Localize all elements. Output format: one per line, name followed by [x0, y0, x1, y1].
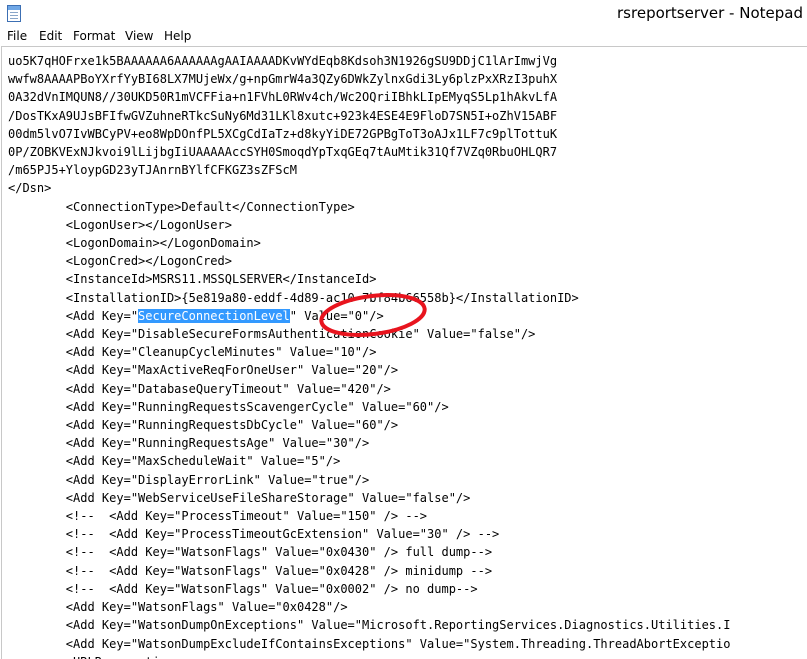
text-line[interactable]: <Add Key="MaxActiveReqForOneUser" Value=… — [8, 363, 398, 377]
text-line[interactable]: <Add Key="WatsonFlags" Value="0x0428"/> — [8, 600, 348, 614]
text-line[interactable]: <Add Key="CleanupCycleMinutes" Value="10… — [8, 345, 377, 359]
text-line[interactable]: <URLReservations> — [8, 655, 189, 659]
text-line[interactable]: <Add Key="DisplayErrorLink" Value="true"… — [8, 473, 369, 487]
text-line[interactable]: <Add Key="DisableSecureFormsAuthenticati… — [8, 327, 536, 341]
text-line[interactable]: <Add Key="WatsonDumpExcludeIfContainsExc… — [8, 637, 731, 651]
text-line[interactable]: <LogonUser></LogonUser> — [8, 218, 232, 232]
notepad-window: rsreportserver - Notepad File Edit Forma… — [0, 0, 807, 659]
text-line[interactable]: wwfw8AAAAPBoYXrfYyBI68LX7MUjeWx/g+npGmrW… — [8, 72, 557, 86]
window-title: rsreportserver - Notepad — [617, 4, 803, 22]
menu-bar: File Edit Format View Help — [0, 28, 807, 46]
text-line[interactable]: <Add Key="RunningRequestsDbCycle" Value=… — [8, 418, 398, 432]
text-line[interactable]: <Add Key="MaxScheduleWait" Value="5"/> — [8, 454, 341, 468]
text-line[interactable]: <!-- <Add Key="ProcessTimeoutGcExtension… — [8, 527, 499, 541]
text-line[interactable]: uo5K7qHOFrxe1k5BAAAAAA6AAAAAAgAAIAAAADKv… — [8, 54, 557, 68]
text-line[interactable]: 00dm5lvO7IvWBCyPV+eo8WpDOnfPL5XCgCdIaTz+… — [8, 127, 557, 141]
editor-text-content[interactable]: uo5K7qHOFrxe1k5BAAAAAA6AAAAAAgAAIAAAADKv… — [8, 52, 730, 659]
text-line[interactable]: <Add Key="WatsonDumpOnExceptions" Value=… — [8, 618, 731, 632]
text-line[interactable]: <LogonDomain></LogonDomain> — [8, 236, 261, 250]
menu-format[interactable]: Format — [73, 29, 115, 43]
text-line[interactable]: <Add Key="RunningRequestsAge" Value="30"… — [8, 436, 369, 450]
text-line[interactable]: 0A32dVnIMQUN8//30UKD50R1mVCFFia+n1FVhL0R… — [8, 90, 557, 104]
text-line[interactable]: <InstallationID>{5e819a80-eddf-4d89-ac10… — [8, 291, 579, 305]
text-line[interactable]: <!-- <Add Key="WatsonFlags" Value="0x043… — [8, 545, 492, 559]
text-line[interactable]: <!-- <Add Key="WatsonFlags" Value="0x000… — [8, 582, 478, 596]
menu-view[interactable]: View — [125, 29, 153, 43]
text-editor[interactable]: uo5K7qHOFrxe1k5BAAAAAA6AAAAAAgAAIAAAADKv… — [1, 46, 807, 659]
selected-text[interactable]: SecureConnectionLevel — [138, 308, 290, 323]
text-line[interactable]: <!-- <Add Key="ProcessTimeout" Value="15… — [8, 509, 427, 523]
text-line[interactable]: <InstanceId>MSRS11.MSSQLSERVER</Instance… — [8, 272, 377, 286]
text-line[interactable]: <Add Key="SecureConnectionLevel" Value="… — [8, 308, 384, 323]
text-line[interactable]: <Add Key="WebServiceUseFileShareStorage"… — [8, 491, 471, 505]
text-line[interactable]: <Add Key="RunningRequestsScavengerCycle"… — [8, 400, 449, 414]
text-line[interactable]: 0P/ZOBKVExNJkvoi9lLijbgIiUAAAAAccSYH0Smo… — [8, 145, 557, 159]
text-line[interactable]: /m65PJ5+YloypGD23yTJAnrnBYlfCFKGZ3sZFScM — [8, 163, 297, 177]
menu-file[interactable]: File — [7, 29, 27, 43]
text-line[interactable]: /DosTKxA9UJsBFIfwGVZuhneRTkcSuNy6Md31LKl… — [8, 109, 557, 123]
text-line[interactable]: <!-- <Add Key="WatsonFlags" Value="0x042… — [8, 564, 492, 578]
text-line[interactable]: </Dsn> — [8, 181, 51, 195]
text-line[interactable]: <LogonCred></LogonCred> — [8, 254, 232, 268]
menu-edit[interactable]: Edit — [39, 29, 62, 43]
text-line[interactable]: <ConnectionType>Default</ConnectionType> — [8, 200, 355, 214]
text-line[interactable]: <Add Key="DatabaseQueryTimeout" Value="4… — [8, 382, 391, 396]
menu-help[interactable]: Help — [164, 29, 191, 43]
title-bar[interactable]: rsreportserver - Notepad — [0, 0, 807, 28]
